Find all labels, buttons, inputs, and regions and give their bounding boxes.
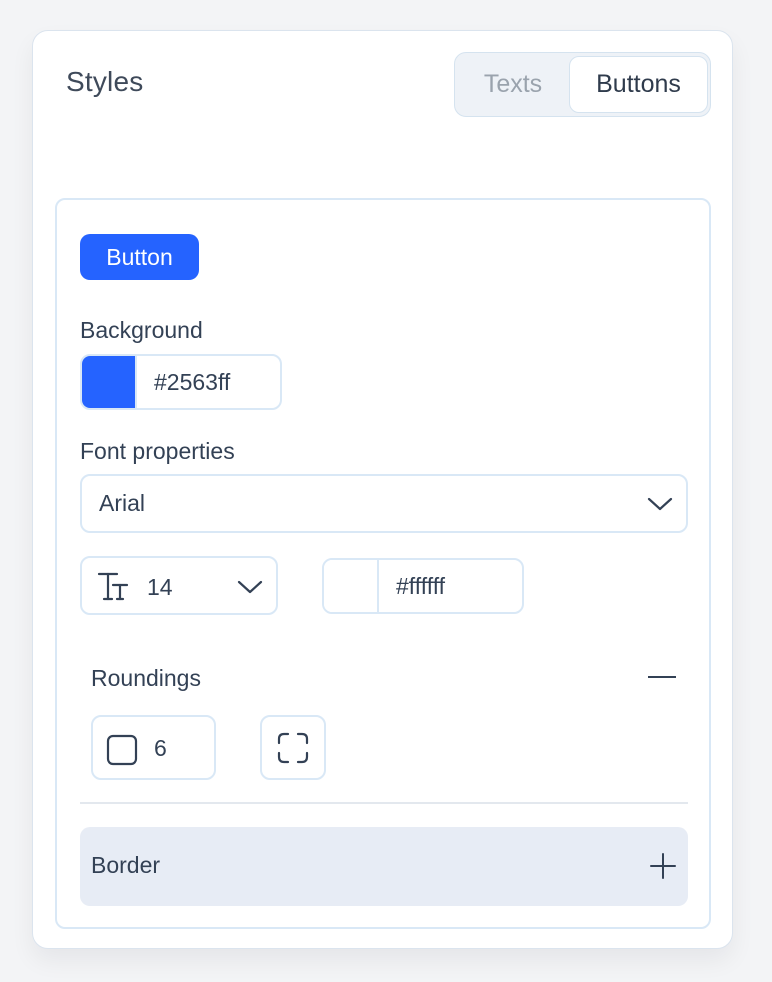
styles-panel: Styles Texts Buttons Button Background #… xyxy=(32,30,733,949)
font-color-value[interactable]: #ffffff xyxy=(379,573,445,600)
tab-texts[interactable]: Texts xyxy=(458,56,568,113)
font-size-select[interactable]: 14 xyxy=(80,556,278,615)
rounding-radius-value: 6 xyxy=(154,735,167,761)
individual-corners-button[interactable] xyxy=(260,715,326,780)
font-size-value: 14 xyxy=(147,574,173,600)
text-size-icon xyxy=(97,572,129,601)
font-color-swatch[interactable] xyxy=(324,560,379,612)
button-style-card: Button Background #2563ff Font propertie… xyxy=(55,198,711,929)
section-divider xyxy=(80,802,688,804)
square-icon xyxy=(106,734,138,766)
chevron-down-icon xyxy=(237,580,263,594)
tab-buttons[interactable]: Buttons xyxy=(569,56,708,113)
background-color-swatch[interactable] xyxy=(82,356,137,408)
font-family-select[interactable]: Arial xyxy=(80,474,688,533)
corners-icon xyxy=(277,732,309,763)
rounding-radius-input[interactable]: 6 xyxy=(91,715,216,780)
background-color-value[interactable]: #2563ff xyxy=(137,369,230,396)
plus-icon[interactable] xyxy=(649,852,677,880)
font-properties-label: Font properties xyxy=(80,438,235,464)
tab-switcher: Texts Buttons xyxy=(454,52,711,117)
chevron-down-icon xyxy=(647,497,673,511)
border-label: Border xyxy=(91,852,161,878)
background-color-field[interactable]: #2563ff xyxy=(80,354,282,410)
border-section-header[interactable]: Border xyxy=(80,827,688,906)
minus-icon[interactable] xyxy=(647,670,677,684)
panel-title: Styles xyxy=(66,66,144,97)
roundings-label: Roundings xyxy=(91,665,201,691)
background-label: Background xyxy=(80,317,203,343)
button-preview[interactable]: Button xyxy=(80,234,199,280)
font-family-value: Arial xyxy=(99,490,146,516)
font-color-field[interactable]: #ffffff xyxy=(322,558,524,614)
